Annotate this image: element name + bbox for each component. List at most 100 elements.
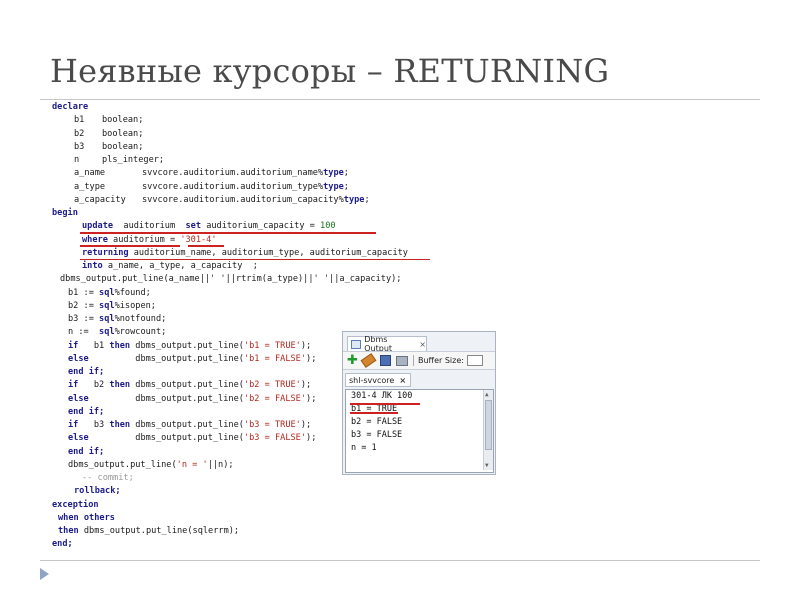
- connection-tab-label: shl-svvcore: [349, 375, 395, 385]
- code-text: auditorium_name, auditorium_type, audito…: [128, 247, 408, 258]
- code-line: when others: [52, 512, 512, 525]
- code-text: dbms_output.put_line(: [130, 340, 244, 351]
- dbms-output-tab[interactable]: Dbms Output ×: [347, 335, 427, 353]
- code-line: b2 boolean;: [52, 128, 512, 141]
- code-line: a_capacity svvcore.auditorium.auditorium_…: [52, 194, 512, 207]
- code-line: into a_name, a_type, a_capacity ;: [52, 260, 512, 273]
- code-keyword: sql: [99, 300, 115, 311]
- close-icon[interactable]: ×: [419, 340, 426, 349]
- code-keyword: if: [68, 340, 79, 351]
- bullet-arrow-icon: [40, 568, 49, 580]
- code-text: dbms_output.put_line(: [88, 393, 244, 404]
- slide-title: Неявные курсоры – RETURNING: [50, 52, 610, 90]
- code-keyword: returning: [82, 247, 129, 258]
- code-text: dbms_output.put_line(: [68, 459, 177, 470]
- code-line: n pls_integer;: [52, 154, 512, 167]
- code-text: b1 :=: [68, 287, 100, 298]
- code-text: svvcore.auditorium.auditorium_name%: [142, 168, 324, 179]
- code-keyword: where: [82, 234, 108, 245]
- save-icon[interactable]: [380, 355, 391, 366]
- code-keyword: update: [82, 221, 114, 232]
- code-keyword: into: [82, 261, 103, 271]
- dbms-output-text[interactable]: 301-4 ЛК 100 b1 = TRUE b2 = FALSE b3 = F…: [345, 389, 494, 473]
- close-icon[interactable]: ×: [399, 376, 406, 385]
- code-text: b2: [78, 380, 110, 391]
- code-text: %isopen;: [114, 300, 156, 311]
- code-keyword: set: [185, 221, 202, 232]
- code-keyword: if: [68, 380, 79, 391]
- code-text: dbms_output.put_line(: [130, 380, 244, 391]
- code-text: auditorium_capacity =: [201, 221, 321, 232]
- connection-tab[interactable]: shl-svvcore ×: [345, 373, 411, 387]
- code-text: svvcore.auditorium.auditorium_capacity%t…: [142, 194, 370, 207]
- code-line: b2 := sql%isopen;: [52, 300, 512, 313]
- code-text: );: [300, 420, 312, 430]
- code-string: 'b3 = FALSE': [243, 433, 307, 444]
- code-comment: -- commit;: [82, 473, 134, 483]
- code-text: boolean;: [102, 115, 144, 126]
- output-line: b3 = FALSE: [351, 430, 403, 440]
- code-keyword: end;: [52, 539, 73, 550]
- code-keyword: else: [68, 433, 89, 444]
- code-text: b1: [74, 115, 85, 126]
- code-text: b2 :=: [68, 300, 100, 311]
- print-icon[interactable]: [396, 355, 408, 366]
- code-text: %notfound;: [114, 314, 167, 324]
- code-text: a_type: [74, 181, 106, 192]
- scroll-up-icon[interactable]: ▲: [485, 391, 489, 398]
- code-line: b1 boolean;: [52, 114, 512, 127]
- output-line: b1 = TRUE: [351, 404, 398, 414]
- scroll-down-icon[interactable]: ▼: [485, 462, 489, 469]
- code-keyword: then: [109, 380, 131, 391]
- code-string: 'n = ': [176, 459, 208, 470]
- footer-divider: [40, 560, 760, 561]
- code-line: rollback;: [52, 485, 512, 498]
- code-text: %rowcount;: [114, 327, 167, 338]
- vertical-scrollbar[interactable]: ▲ ▼: [483, 390, 493, 470]
- code-text: svvcore.auditorium.auditorium_capacity%: [142, 194, 344, 205]
- code-text: svvcore.auditorium.auditorium_type%type;: [142, 181, 349, 194]
- code-string: 'b3 = TRUE': [243, 420, 301, 430]
- output-line: n = 1: [351, 443, 377, 453]
- red-underline: [350, 412, 398, 414]
- code-keyword: exception: [52, 499, 99, 510]
- code-text: boolean;: [102, 128, 144, 139]
- code-keyword: else: [68, 393, 89, 404]
- code-text: pls_integer;: [102, 155, 165, 165]
- code-number: 100: [320, 221, 336, 232]
- code-keyword: sql: [99, 287, 115, 298]
- add-icon[interactable]: ✚: [347, 353, 359, 368]
- code-keyword: sql: [99, 327, 115, 338]
- code-string: 'b1 = FALSE': [243, 353, 307, 364]
- code-text: %found;: [114, 287, 151, 298]
- code-text: ;: [343, 168, 349, 179]
- output-line: b2 = FALSE: [351, 417, 403, 427]
- code-line: returning auditorium_name, auditorium_ty…: [52, 247, 512, 260]
- title-divider: [40, 99, 760, 100]
- code-text: );: [300, 340, 312, 351]
- code-text: boolean;: [102, 141, 144, 152]
- toolbar-separator: [413, 355, 414, 366]
- code-line: then dbms_output.put_line(sqlerrm);: [52, 525, 512, 538]
- code-keyword: end if;: [68, 446, 105, 457]
- code-keyword: begin: [52, 208, 78, 218]
- code-line: update auditorium set auditorium_capacit…: [52, 220, 512, 234]
- code-string: 'b1 = TRUE': [243, 340, 301, 351]
- code-text: a_name: [74, 168, 106, 179]
- scroll-thumb[interactable]: [485, 400, 492, 450]
- code-text: );: [300, 380, 312, 391]
- code-line: begin: [52, 207, 512, 220]
- code-line: a_name svvcore.auditorium.auditorium_name…: [52, 167, 512, 180]
- output-line: 301-4 ЛК 100: [351, 391, 413, 401]
- code-text: b2: [74, 128, 85, 139]
- code-line: declare: [52, 101, 512, 114]
- eraser-icon[interactable]: [360, 353, 377, 368]
- buffer-size-input[interactable]: [466, 355, 483, 366]
- red-underline: [350, 403, 420, 405]
- code-keyword: declare: [52, 102, 89, 112]
- code-text: dbms_output.put_line(sqlerrm);: [78, 526, 240, 536]
- code-text: svvcore.auditorium.auditorium_name%type;: [142, 167, 349, 180]
- code-text: n :=: [68, 327, 100, 338]
- code-text: n: [74, 155, 80, 165]
- window-icon: [351, 339, 362, 349]
